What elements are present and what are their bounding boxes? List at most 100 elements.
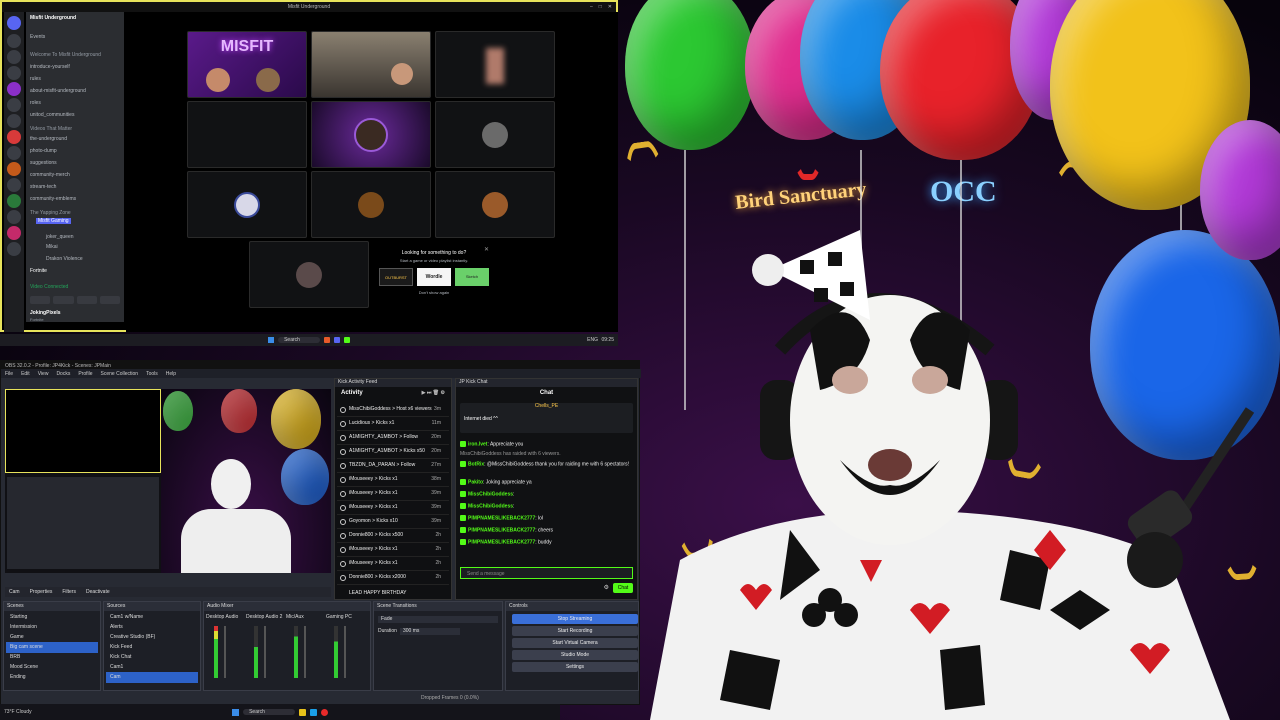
duration-input[interactable]: 300 ms xyxy=(400,628,460,635)
video-tile[interactable]: MISFIT xyxy=(187,31,307,98)
close-icon[interactable]: ✕ xyxy=(484,246,489,253)
pinned-message[interactable]: Chells_PE Internet died ^^ xyxy=(460,403,633,433)
activity-game[interactable]: Sketch xyxy=(455,268,489,286)
video-tile[interactable] xyxy=(187,101,307,168)
obs-preview[interactable] xyxy=(5,389,331,573)
volume-slider[interactable] xyxy=(224,626,226,678)
events-link[interactable]: Events xyxy=(30,34,45,40)
volume-slider[interactable] xyxy=(304,626,306,678)
feed-item[interactable]: iMouseeey > Kicks x1 39m xyxy=(337,487,449,501)
activity-game[interactable]: Wordle xyxy=(417,268,451,286)
properties-button[interactable]: Properties xyxy=(30,589,53,595)
video-tile[interactable] xyxy=(187,171,307,238)
menu-help[interactable]: Help xyxy=(166,371,176,377)
server-icon[interactable] xyxy=(7,226,21,240)
feed-item[interactable]: Donnie800 > Kicks x500 2h xyxy=(337,529,449,543)
volume-slider[interactable] xyxy=(344,626,346,678)
game-activity[interactable]: Fortnite xyxy=(30,268,47,274)
close-icon[interactable]: ✕ xyxy=(608,4,612,10)
windows-start-icon[interactable] xyxy=(232,708,240,716)
screen-share-button[interactable] xyxy=(53,296,74,304)
weather-widget[interactable]: 73°F Cloudy xyxy=(4,709,32,715)
app-icon[interactable] xyxy=(323,337,330,343)
menu-profile[interactable]: Profile xyxy=(78,371,92,377)
menu-file[interactable]: File xyxy=(5,371,13,377)
video-tile[interactable] xyxy=(311,101,431,168)
settings-gear-icon[interactable]: ⚙ xyxy=(604,584,609,591)
server-icon[interactable] xyxy=(7,146,21,160)
settings-button[interactable]: Settings xyxy=(512,662,638,672)
chat-message[interactable]: MissChibiGoddess has raided with 6 viewe… xyxy=(460,451,633,458)
channel-item[interactable]: the-underground xyxy=(30,136,67,142)
channel-item[interactable]: community-emblems xyxy=(30,196,76,202)
voice-user[interactable]: Drakon Violence xyxy=(46,256,83,262)
source-item-selected[interactable]: Cam xyxy=(106,672,198,683)
chat-username[interactable]: MissChibiGoddess xyxy=(468,503,513,509)
feed-item[interactable]: TBZDN_DA_PARAN > Follow 27m xyxy=(337,459,449,473)
filters-button[interactable]: Filters xyxy=(62,589,76,595)
feed-item[interactable]: iMouseeey > Kicks x1 2h xyxy=(337,557,449,571)
feed-item[interactable]: iMouseeey > Kicks x1 2h xyxy=(337,543,449,557)
file-explorer-icon[interactable] xyxy=(298,708,306,716)
start-recording-button[interactable]: Start Recording xyxy=(512,626,638,636)
feed-item[interactable]: MissChibiGoddess > Host x6 viewers 3m xyxy=(337,403,449,417)
minimize-icon[interactable]: – xyxy=(590,4,593,10)
menu-docks[interactable]: Docks xyxy=(56,371,70,377)
feed-controls[interactable]: ▶ ⏭ 🗑 ⚙ xyxy=(422,390,445,396)
menu-edit[interactable]: Edit xyxy=(21,371,30,377)
taskbar-search[interactable]: Search xyxy=(278,337,320,343)
volume-slider[interactable] xyxy=(264,626,266,678)
voice-user[interactable]: Mikai xyxy=(46,244,58,250)
camera-button[interactable] xyxy=(30,296,51,304)
taskbar-search[interactable]: Search xyxy=(243,709,295,715)
browser-icon[interactable] xyxy=(309,708,317,716)
channel-item[interactable]: community-merch xyxy=(30,172,70,178)
chat-username[interactable]: PIMPNAMESLIKEBACK2777 xyxy=(468,539,535,545)
channel-item[interactable]: introduce-yourself xyxy=(30,64,70,70)
deactivate-button[interactable]: Deactivate xyxy=(86,589,110,595)
maximize-icon[interactable]: □ xyxy=(599,4,602,10)
channel-category[interactable]: Welcome To Misfit Underground xyxy=(30,52,101,58)
feed-item[interactable]: Donnie800 > Kicks x2000 2h xyxy=(337,571,449,585)
server-icon[interactable] xyxy=(7,98,21,112)
server-icon[interactable] xyxy=(7,242,21,256)
feed-item[interactable]: A1MIGHTY_A1MBOT > Follow 20m xyxy=(337,431,449,445)
server-name[interactable]: Misfit Underground xyxy=(30,15,76,21)
video-tile[interactable] xyxy=(249,241,369,308)
video-tile[interactable] xyxy=(311,31,431,98)
start-virtual-camera-button[interactable]: Start Virtual Camera xyxy=(512,638,638,648)
server-icon[interactable] xyxy=(7,162,21,176)
server-icon[interactable] xyxy=(7,114,21,128)
discord-taskbar-icon[interactable] xyxy=(333,337,340,343)
transition-select[interactable]: Fade xyxy=(378,616,498,623)
channel-item[interactable]: suggestions xyxy=(30,160,57,166)
channel-item[interactable]: rules xyxy=(30,76,41,82)
channel-category[interactable]: Videos That Matter xyxy=(30,126,72,132)
chat-username[interactable]: MissChibiGoddess xyxy=(468,491,513,497)
channel-item[interactable]: stream-tech xyxy=(30,184,56,190)
server-icon[interactable] xyxy=(7,194,21,208)
voice-user[interactable]: Misfit Gaming xyxy=(36,218,71,224)
video-tile[interactable] xyxy=(435,31,555,98)
discord-home-icon[interactable] xyxy=(7,16,21,30)
feed-item[interactable]: Goyomon > Kicks x10 39m xyxy=(337,515,449,529)
channel-item[interactable]: roles xyxy=(30,100,41,106)
activity-game[interactable]: OUTBURST xyxy=(379,268,413,286)
chat-message[interactable]: MissChibiGoddess: xyxy=(460,503,633,510)
channel-item[interactable]: about-misfit-underground xyxy=(30,88,86,94)
channel-item[interactable]: unitod_communities xyxy=(30,112,74,118)
chat-username[interactable]: PIMPNAMESLIKEBACK2777 xyxy=(468,515,535,521)
channel-category[interactable]: The Yapping Zone xyxy=(30,210,71,216)
scene-item[interactable]: Ending xyxy=(6,672,98,683)
video-tile[interactable] xyxy=(311,171,431,238)
chat-username[interactable]: PIMPNAMESLIKEBACK2777 xyxy=(468,527,535,533)
soundboard-button[interactable] xyxy=(99,296,120,304)
server-icon[interactable] xyxy=(7,34,21,48)
chat-message[interactable]: Pakito: Joking appreciate ya xyxy=(460,479,633,486)
studio-mode-button[interactable]: Studio Mode xyxy=(512,650,638,660)
channel-item[interactable]: photo-dump xyxy=(30,148,57,154)
dont-show-again-checkbox[interactable]: Don't show again xyxy=(374,289,494,296)
user-name[interactable]: JokingPixels xyxy=(30,310,61,316)
stop-streaming-button[interactable]: Stop Streaming xyxy=(512,614,638,624)
voice-user[interactable]: joker_queen xyxy=(46,234,74,240)
